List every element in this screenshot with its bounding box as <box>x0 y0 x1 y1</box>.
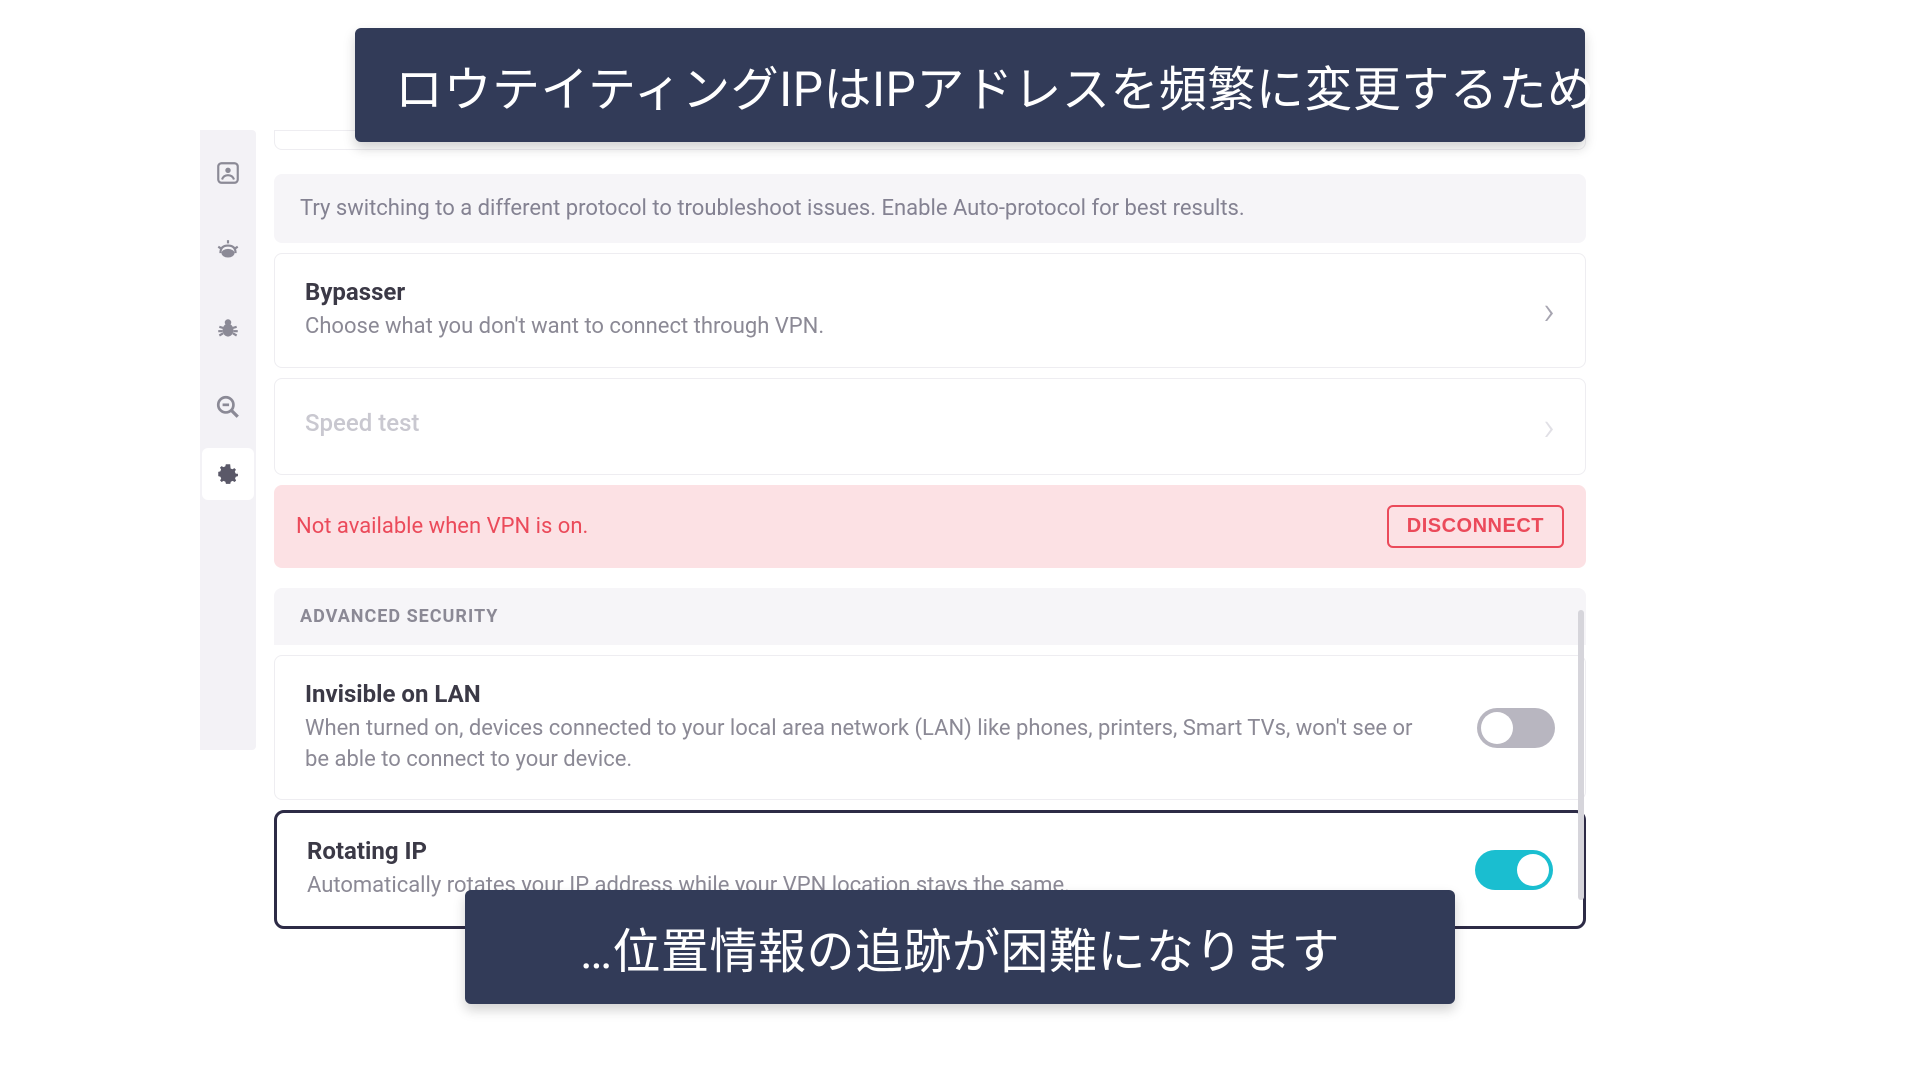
invisible-lan-title: Invisible on LAN <box>305 680 1437 708</box>
sidebar <box>200 130 256 750</box>
disconnect-button[interactable]: DISCONNECT <box>1387 505 1564 548</box>
invisible-lan-row: Invisible on LAN When turned on, devices… <box>274 655 1586 801</box>
protocol-tip-text: Try switching to a different protocol to… <box>300 196 1245 221</box>
annotation-banner-top: ロウテイティングIPはIPアドレスを頻繁に変更するため… <box>355 28 1585 142</box>
gear-icon <box>215 461 241 487</box>
rotating-ip-title: Rotating IP <box>307 837 1435 865</box>
settings-panel: Try switching to a different protocol to… <box>274 130 1586 939</box>
advanced-security-header: ADVANCED SECURITY <box>274 588 1586 645</box>
speed-test-title: Speed test <box>305 409 1543 437</box>
protocol-tip: Try switching to a different protocol to… <box>274 174 1586 243</box>
sidebar-item-search[interactable] <box>200 368 256 446</box>
invisible-lan-toggle[interactable] <box>1477 708 1555 748</box>
annotation-banner-bottom: …位置情報の追跡が困難になります <box>465 890 1455 1004</box>
invisible-lan-desc: When turned on, devices connected to you… <box>305 714 1437 776</box>
bypasser-title: Bypasser <box>305 278 1543 306</box>
alert-icon <box>215 238 241 264</box>
speed-test-row: Speed test › <box>274 378 1586 475</box>
sidebar-item-account[interactable] <box>200 134 256 212</box>
scrollbar-thumb[interactable] <box>1578 610 1584 900</box>
sidebar-item-settings[interactable] <box>202 448 254 500</box>
sidebar-item-bug[interactable] <box>200 290 256 368</box>
chevron-right-icon: › <box>1543 287 1555 334</box>
search-minus-icon <box>215 394 241 420</box>
annotation-bottom-text: …位置情報の追跡が困難になります <box>580 923 1340 980</box>
bypasser-row[interactable]: Bypasser Choose what you don't want to c… <box>274 253 1586 368</box>
vpn-on-alert: Not available when VPN is on. DISCONNECT <box>274 485 1586 568</box>
alert-text: Not available when VPN is on. <box>296 514 588 539</box>
bypasser-desc: Choose what you don't want to connect th… <box>305 312 1543 343</box>
chevron-right-icon: › <box>1543 403 1555 450</box>
sidebar-item-alerts[interactable] <box>200 212 256 290</box>
annotation-top-text: ロウテイティングIPはIPアドレスを頻繁に変更するため… <box>395 61 1628 118</box>
bug-icon <box>215 316 241 342</box>
rotating-ip-toggle[interactable] <box>1475 850 1553 890</box>
account-icon <box>215 160 241 186</box>
